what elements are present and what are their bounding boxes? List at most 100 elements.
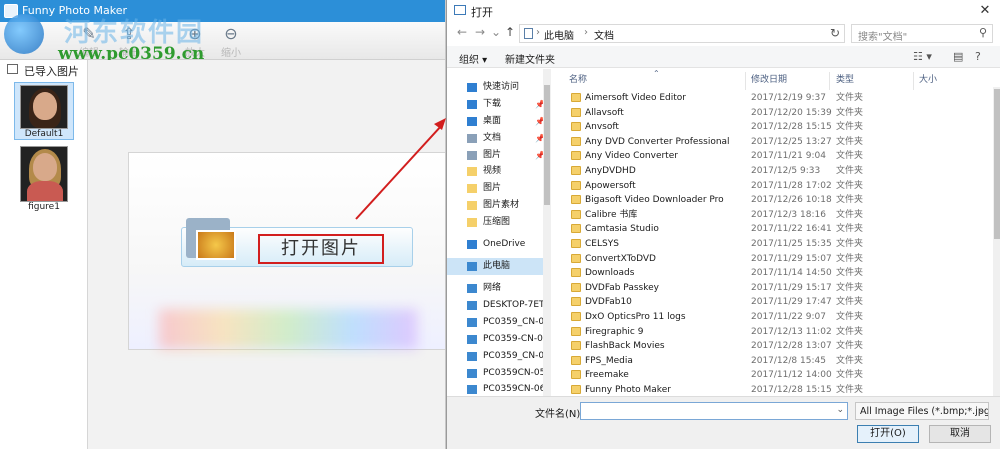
address-bar[interactable]: › 此电脑 › 文档 ↻: [519, 24, 845, 43]
nav-item[interactable]: 图片 📌: [447, 147, 551, 164]
chevron-down-icon[interactable]: ⌄: [977, 405, 985, 415]
breadcrumb-documents[interactable]: 文档: [594, 27, 614, 42]
nav-item[interactable]: DESKTOP-7ETC: [447, 297, 551, 314]
star-icon: [467, 83, 477, 92]
file-name: Any Video Converter: [585, 151, 678, 162]
file-type-filter[interactable]: All Image Files (*.bmp;*.jpg;* ⌄: [855, 402, 989, 420]
column-divider[interactable]: [913, 72, 914, 90]
file-row[interactable]: Aimersoft Video Editor 2017/12/19 9:37 文件夹: [555, 91, 985, 106]
file-row[interactable]: DVDFab Passkey 2017/11/29 15:17 文件夹: [555, 281, 985, 296]
nav-item[interactable]: PC0359_CN-08: [447, 314, 551, 331]
organize-menu[interactable]: 组织 ▾: [459, 51, 487, 66]
column-type[interactable]: 类型: [836, 72, 854, 85]
breadcrumb-this-pc[interactable]: 此电脑: [544, 27, 574, 42]
file-type-value: All Image Files (*.bmp;*.jpg;*: [860, 406, 989, 417]
nav-item[interactable]: 桌面 📌: [447, 113, 551, 130]
computer-icon: [467, 385, 477, 394]
file-row[interactable]: FlashBack Movies 2017/12/28 13:07 文件夹: [555, 339, 985, 354]
dialog-footer: 文件名(N): ⌄ All Image Files (*.bmp;*.jpg;*…: [447, 396, 1000, 449]
file-row[interactable]: DxO OpticsPro 11 logs 2017/11/22 9:07 文件夹: [555, 310, 985, 325]
forward-arrow-icon[interactable]: →: [473, 25, 487, 41]
nav-item[interactable]: PC0359_CN-02: [447, 348, 551, 365]
nav-item[interactable]: 此电脑: [447, 258, 551, 275]
thumbnail-figure1[interactable]: figure1: [14, 146, 74, 212]
file-row[interactable]: Downloads 2017/11/14 14:50 文件夹: [555, 266, 985, 281]
nav-item[interactable]: 网络: [447, 280, 551, 297]
nav-item[interactable]: 快速访问: [447, 79, 551, 96]
file-type: 文件夹: [836, 136, 864, 147]
file-row[interactable]: ConvertXToDVD 2017/11/29 15:07 文件夹: [555, 252, 985, 267]
nav-item[interactable]: PC0359-CN-01: [447, 331, 551, 348]
file-name: Firegraphic 9: [585, 326, 644, 337]
up-arrow-icon[interactable]: ↑: [503, 25, 517, 41]
close-icon[interactable]: ✕: [977, 3, 993, 18]
search-icon[interactable]: ⚲: [979, 26, 987, 39]
nav-item[interactable]: 文档 📌: [447, 130, 551, 147]
nav-item[interactable]: OneDrive: [447, 236, 551, 253]
nav-item-label: 网络: [483, 283, 502, 293]
file-row[interactable]: Allavsoft 2017/12/20 15:39 文件夹: [555, 106, 985, 121]
file-row[interactable]: Bigasoft Video Downloader Pro 2017/12/26 …: [555, 193, 985, 208]
back-arrow-icon[interactable]: ←: [455, 25, 469, 41]
file-type: 文件夹: [836, 195, 864, 206]
file-date: 2017/11/25 15:35: [751, 239, 832, 249]
file-row[interactable]: DVDFab10 2017/11/29 17:47 文件夹: [555, 295, 985, 310]
nav-item-label: 图片素材: [483, 200, 520, 210]
refresh-icon[interactable]: ↻: [830, 26, 840, 40]
file-type: 文件夹: [836, 385, 864, 395]
nav-item[interactable]: 压缩图: [447, 214, 551, 231]
file-date: 2017/11/29 15:17: [751, 282, 832, 293]
filename-input[interactable]: ⌄: [580, 402, 848, 420]
nav-item[interactable]: 图片: [447, 180, 551, 197]
file-row[interactable]: Firegraphic 9 2017/12/13 11:02 文件夹: [555, 325, 985, 340]
file-row[interactable]: Anvsoft 2017/12/28 15:15 文件夹: [555, 120, 985, 135]
cancel-button[interactable]: 取消: [929, 425, 991, 443]
column-size[interactable]: 大小: [919, 72, 937, 85]
file-list-scrollbar[interactable]: [993, 87, 1000, 396]
column-date[interactable]: 修改日期: [751, 72, 787, 85]
view-options-icon[interactable]: ☷ ▾: [913, 50, 932, 63]
nav-item-label: PC0359_CN-02: [483, 351, 550, 361]
nav-item[interactable]: PC0359CN-05-: [447, 365, 551, 382]
zoom-out-button[interactable]: ⊖ 缩小: [212, 24, 250, 59]
file-row[interactable]: Any Video Converter 2017/11/21 9:04 文件夹: [555, 149, 985, 164]
chevron-down-icon[interactable]: ⌄: [836, 405, 844, 415]
nav-item[interactable]: 下载 📌: [447, 96, 551, 113]
thumbnail-default1[interactable]: Default1: [14, 82, 74, 140]
file-row[interactable]: CELSYS 2017/11/25 15:35 文件夹: [555, 237, 985, 252]
panel-icon: [7, 64, 18, 74]
new-folder-button[interactable]: 新建文件夹: [505, 51, 555, 66]
open-button[interactable]: 打开(O): [857, 425, 919, 443]
nav-item-label: 此电脑: [483, 261, 511, 271]
file-date: 2017/12/19 9:37: [751, 93, 826, 103]
file-row[interactable]: Apowersoft 2017/11/28 17:02 文件夹: [555, 179, 985, 194]
file-type: 文件夹: [836, 297, 864, 308]
cloud-icon: [467, 240, 477, 249]
file-name: Freemake: [585, 370, 629, 381]
file-row[interactable]: Funny Photo Maker 2017/12/28 15:15 文件夹: [555, 383, 985, 396]
column-divider[interactable]: [745, 72, 746, 90]
help-icon[interactable]: ?: [975, 50, 981, 63]
nav-item-label: DESKTOP-7ETC: [483, 300, 551, 310]
open-image-button[interactable]: 打开图片: [181, 218, 413, 267]
recent-dropdown-icon[interactable]: ⌄: [489, 25, 503, 41]
column-divider[interactable]: [829, 72, 830, 90]
navigation-scrollbar[interactable]: [543, 69, 551, 396]
file-name: Aimersoft Video Editor: [585, 93, 686, 103]
file-row[interactable]: Calibre 书库 2017/12/3 18:16 文件夹: [555, 208, 985, 223]
search-input[interactable]: 搜索"文档" ⚲: [851, 24, 993, 43]
breadcrumb-separator: ›: [536, 27, 540, 38]
folder-icon: [571, 209, 581, 219]
file-row[interactable]: FPS_Media 2017/12/8 15:45 文件夹: [555, 354, 985, 369]
thumbnail-label: Default1: [24, 129, 64, 139]
column-name[interactable]: 名称: [569, 72, 587, 85]
file-row[interactable]: AnyDVDHD 2017/12/5 9:33 文件夹: [555, 164, 985, 179]
nav-item[interactable]: 图片素材: [447, 197, 551, 214]
nav-item[interactable]: PC0359CN-06: [447, 381, 551, 396]
file-row[interactable]: Camtasia Studio 2017/11/22 16:41 文件夹: [555, 222, 985, 237]
nav-item[interactable]: 视频: [447, 163, 551, 180]
preview-pane-icon[interactable]: ▤: [953, 50, 963, 63]
file-row[interactable]: Freemake 2017/11/12 14:00 文件夹: [555, 368, 985, 383]
folder-icon: [571, 136, 581, 146]
file-row[interactable]: Any DVD Converter Professional 2017/12/25…: [555, 135, 985, 150]
